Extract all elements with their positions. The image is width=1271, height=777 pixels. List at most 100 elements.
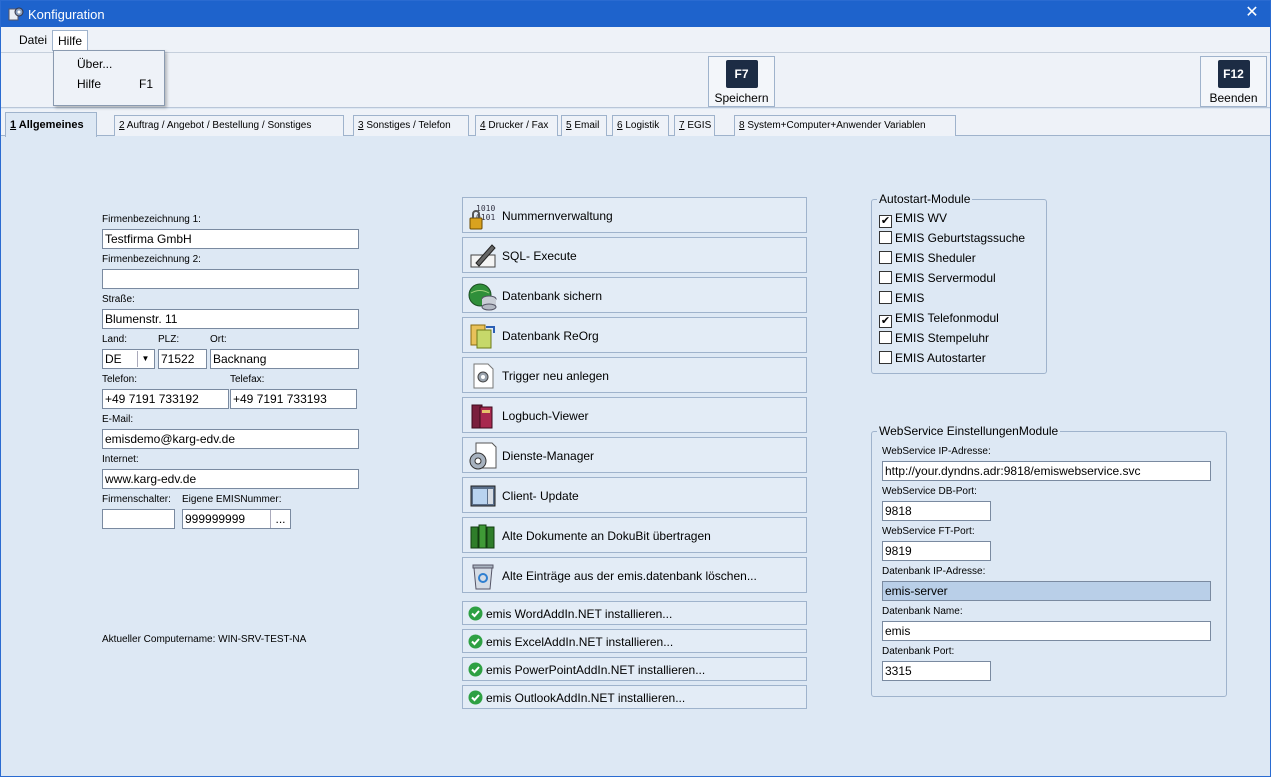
exit-label: Beenden — [1209, 91, 1258, 105]
phone-field[interactable]: +49 7191 733192 — [102, 389, 229, 409]
ws-ftport-label: WebService FT-Port: — [882, 526, 975, 537]
tab-auftrag[interactable]: 2 Auftrag / Angebot / Bestellung / Sonst… — [114, 115, 344, 136]
browse-button[interactable]: ... — [270, 510, 290, 528]
counter-field[interactable] — [102, 509, 175, 529]
tab-label: EGIS — [684, 120, 712, 131]
app-gear-icon — [8, 7, 24, 21]
street-field[interactable]: Blumenstr. 11 — [102, 309, 359, 329]
email-field[interactable]: emisdemo@karg-edv.de — [102, 429, 359, 449]
computer-name-text: Aktueller Computername: WIN-SRV-TEST-NA — [102, 634, 307, 645]
checkbox[interactable] — [879, 331, 892, 344]
tab-label: Drucker / Fax — [485, 120, 549, 131]
client-update-button[interactable]: Client- Update — [462, 477, 807, 513]
action-label: Client- Update — [502, 489, 579, 503]
company-name1-field[interactable]: Testfirma GmbH — [102, 229, 359, 249]
alte-eintraege-loeschen-button[interactable]: Alte Einträge aus der emis.datenbank lös… — [462, 557, 807, 593]
green-check-icon — [468, 606, 483, 621]
sql-execute-button[interactable]: SQL- Execute — [462, 237, 807, 273]
action-label: Dienste-Manager — [502, 449, 595, 463]
checkbox[interactable] — [879, 271, 892, 284]
autostart-stempeluhr[interactable]: EMIS Stempeluhr — [879, 331, 989, 347]
dienste-manager-button[interactable]: Dienste-Manager — [462, 437, 807, 473]
email-label: E-Mail: — [102, 414, 134, 425]
company-name1-label: Firmenbezeichnung 1: — [102, 214, 201, 225]
checkbox-label: EMIS Geburtstagssuche — [895, 231, 1026, 245]
city-field[interactable]: Backnang — [210, 349, 359, 369]
country-value: DE — [105, 352, 122, 366]
country-label: Land: — [102, 334, 128, 345]
tab-email[interactable]: 5 Email — [561, 115, 607, 136]
tab-allgemeines[interactable]: 1 Allgemeines — [5, 112, 97, 137]
zip-field[interactable]: 71522 — [158, 349, 207, 369]
tab-bar: 1 Allgemeines 2 Auftrag / Angebot / Best… — [1, 109, 1270, 137]
ws-dbport-field[interactable]: 9818 — [882, 501, 991, 521]
nummernverwaltung-button[interactable]: 1010 0101 Nummernverwaltung — [462, 197, 807, 233]
binders-icon — [470, 524, 495, 549]
checkbox[interactable] — [879, 291, 892, 304]
autostart-telefonmodul[interactable]: ✔ EMIS Telefonmodul — [879, 311, 999, 328]
addin-label: emis ExcelAddIn.NET installieren... — [486, 635, 674, 649]
menu-hilfe[interactable]: Hilfe — [52, 30, 89, 51]
internet-label: Internet: — [102, 454, 139, 465]
logbuch-viewer-button[interactable]: Logbuch-Viewer — [462, 397, 807, 433]
checkbox-checked[interactable]: ✔ — [879, 315, 892, 328]
company-name2-field[interactable] — [102, 269, 359, 289]
tab-sonstiges-telefon[interactable]: 3 Sonstiges / Telefon — [353, 115, 469, 136]
save-button[interactable]: F7 Speichern — [708, 56, 775, 107]
checkbox-label: EMIS Servermodul — [895, 271, 996, 285]
action-label: Trigger neu anlegen — [502, 369, 609, 383]
excel-addin-install-button[interactable]: emis ExcelAddIn.NET installieren... — [462, 629, 807, 653]
green-check-icon — [468, 662, 483, 677]
dokubit-transfer-button[interactable]: Alte Dokumente an DokuBit übertragen — [462, 517, 807, 553]
datenbank-reorg-button[interactable]: Datenbank ReOrg — [462, 317, 807, 353]
tab-drucker-fax[interactable]: 4 Drucker / Fax — [475, 115, 558, 136]
exit-button[interactable]: F12 Beenden — [1200, 56, 1267, 107]
word-addin-install-button[interactable]: emis WordAddIn.NET installieren... — [462, 601, 807, 625]
tab-egis[interactable]: 7 EGIS — [674, 115, 715, 136]
chevron-down-icon[interactable]: ▼ — [137, 351, 153, 367]
db-name-label: Datenbank Name: — [882, 606, 963, 617]
menu-item-help[interactable]: Hilfe F1 — [54, 74, 164, 94]
trigger-anlegen-button[interactable]: Trigger neu anlegen — [462, 357, 807, 393]
emisnr-field[interactable]: 999999999 ... — [182, 509, 291, 529]
config-window: Konfiguration ✕ Datei Hilfe F7 Speichern… — [0, 0, 1271, 777]
addin-label: emis WordAddIn.NET installieren... — [486, 607, 673, 621]
db-name-field[interactable]: emis — [882, 621, 1211, 641]
menu-datei[interactable]: Datei — [14, 30, 52, 51]
action-label: SQL- Execute — [502, 249, 577, 263]
autostart-emis[interactable]: EMIS — [879, 291, 924, 307]
tab-label: Auftrag / Angebot / Bestellung / Sonstig… — [124, 120, 312, 131]
tab-logistik[interactable]: 6 Logistik — [612, 115, 669, 136]
datenbank-sichern-button[interactable]: Datenbank sichern — [462, 277, 807, 313]
checkbox[interactable] — [879, 231, 892, 244]
toolbar: F7 Speichern F12 Beenden — [1, 53, 1270, 108]
client-update-icon — [470, 485, 496, 507]
checkbox[interactable] — [879, 251, 892, 264]
checkbox[interactable] — [879, 351, 892, 364]
autostart-autostarter[interactable]: EMIS Autostarter — [879, 351, 986, 367]
outlook-addin-install-button[interactable]: emis OutlookAddIn.NET installieren... — [462, 685, 807, 709]
db-port-field[interactable]: 3315 — [882, 661, 991, 681]
tab-variablen[interactable]: 8 System+Computer+Anwender Variablen — [734, 115, 956, 136]
window-title: Konfiguration — [28, 7, 105, 22]
autostart-emis-wv[interactable]: ✔ EMIS WV — [879, 211, 947, 228]
close-icon[interactable]: ✕ — [1244, 4, 1260, 22]
powerpoint-addin-install-button[interactable]: emis PowerPointAddIn.NET installieren... — [462, 657, 807, 681]
tab-label: Email — [571, 120, 600, 131]
db-ip-field[interactable]: emis-server — [882, 581, 1211, 601]
checkbox-checked[interactable]: ✔ — [879, 215, 892, 228]
menu-item-about[interactable]: Über... — [54, 54, 164, 74]
help-label: Hilfe — [77, 77, 102, 91]
fax-field[interactable]: +49 7191 733193 — [230, 389, 357, 409]
ws-ftport-field[interactable]: 9819 — [882, 541, 991, 561]
autostart-geburtstagssuche[interactable]: EMIS Geburtstagssuche — [879, 231, 1025, 247]
autostart-sheduler[interactable]: EMIS Sheduler — [879, 251, 976, 267]
addin-label: emis PowerPointAddIn.NET installieren... — [486, 663, 706, 677]
internet-field[interactable]: www.karg-edv.de — [102, 469, 359, 489]
ws-ip-field[interactable]: http://your.dyndns.adr:9818/emiswebservi… — [882, 461, 1211, 481]
country-combo[interactable]: DE ▼ — [102, 349, 155, 369]
action-label: Alte Einträge aus der emis.datenbank lös… — [502, 569, 757, 583]
number-lock-icon: 1010 0101 — [469, 204, 495, 230]
autostart-servermodul[interactable]: EMIS Servermodul — [879, 271, 996, 287]
action-label: Datenbank ReOrg — [502, 329, 599, 343]
